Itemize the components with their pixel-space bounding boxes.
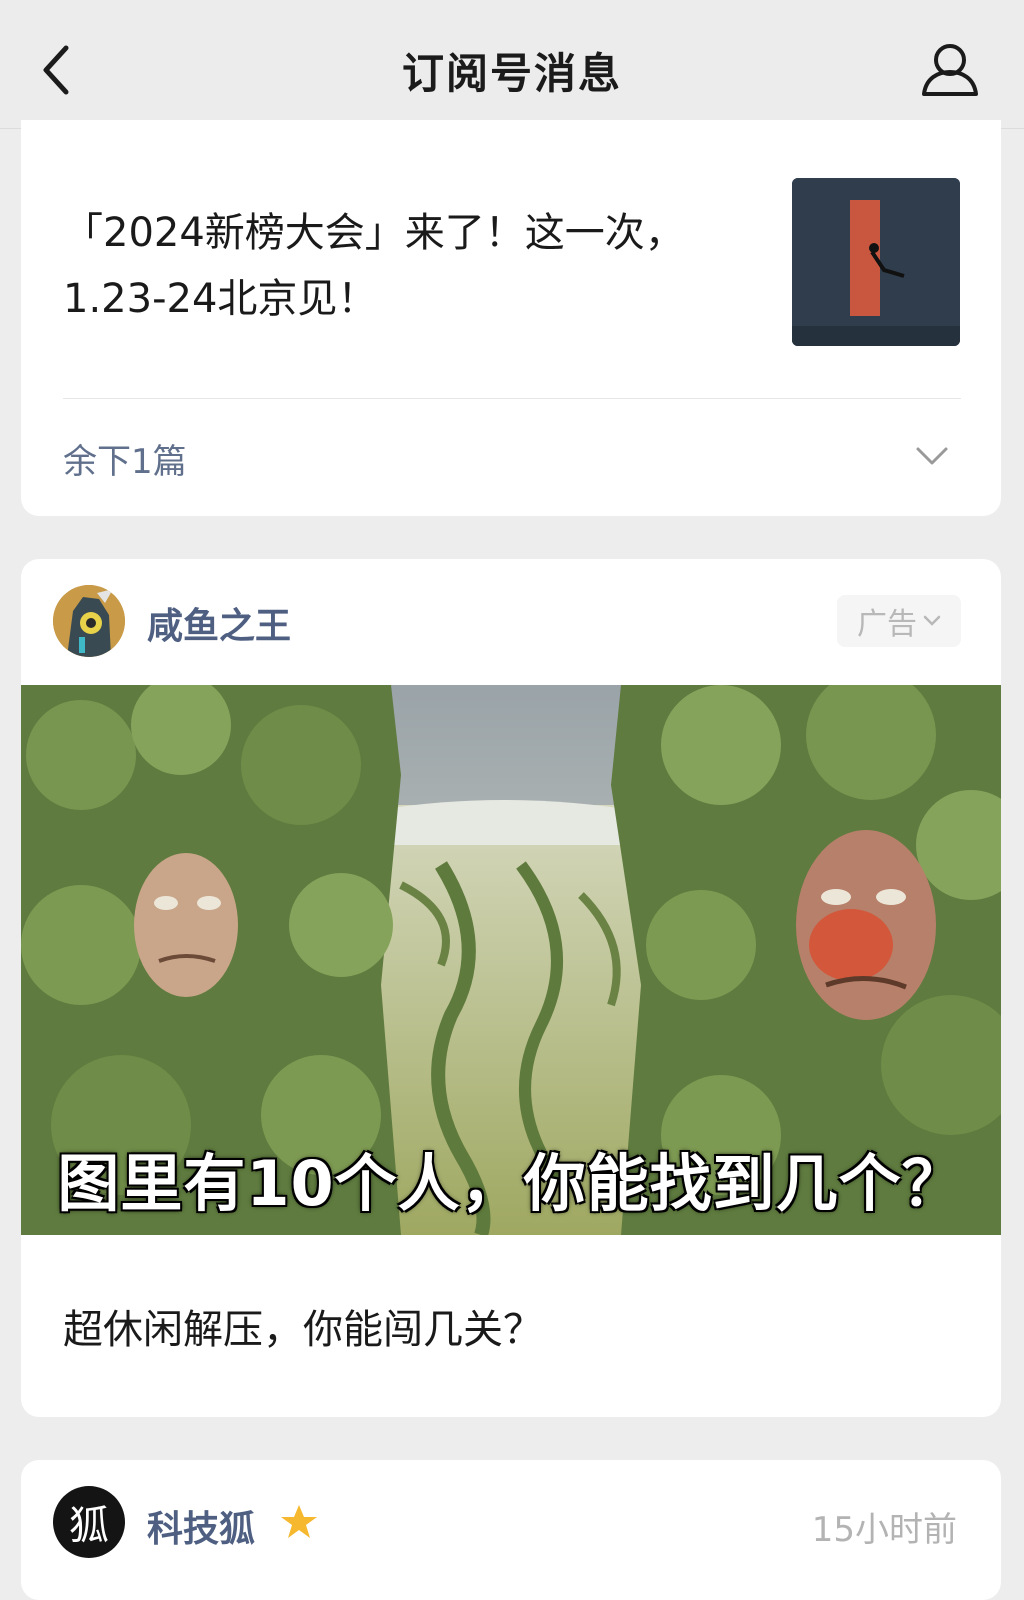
account-avatar[interactable]: 狐 <box>53 1486 125 1558</box>
expand-button[interactable] <box>915 444 949 468</box>
page-title: 订阅号消息 <box>401 49 622 98</box>
avatar-glyph: 狐 <box>69 1503 109 1549</box>
timestamp: 15小时前 <box>811 1510 957 1550</box>
ad-card[interactable]: 咸鱼之王 广告 图里有10个人，你能找到几个？ 超休闲解压，你能闯几关？ <box>21 559 1001 1417</box>
remaining-articles-label[interactable]: 余下1篇 <box>63 434 187 483</box>
chevron-down-icon <box>916 447 948 465</box>
banner-caption: 图里有10个人，你能找到几个？ <box>57 1147 965 1220</box>
account-name[interactable]: 科技狐 <box>147 1500 255 1552</box>
article-card-next[interactable]: 狐 科技狐 15小时前 <box>21 1460 1001 1600</box>
top-nav-bar: 订阅号消息 <box>0 0 1024 129</box>
account-name[interactable]: 咸鱼之王 <box>147 597 291 649</box>
article-thumbnail[interactable] <box>792 178 960 346</box>
article-card[interactable]: 「2024新榜大会」来了！这一次，1.23-24北京见！ 余下1篇 <box>21 120 1001 516</box>
thumbnail-image <box>792 178 960 346</box>
article-headline[interactable]: 「2024新榜大会」来了！这一次，1.23-24北京见！ <box>63 200 713 332</box>
ad-description[interactable]: 超休闲解压，你能闯几关？ <box>63 1297 543 1355</box>
ad-label: 广告 <box>857 607 917 642</box>
ad-label-button[interactable]: 广告 <box>837 595 961 647</box>
chevron-down-icon <box>923 615 941 626</box>
account-avatar[interactable] <box>53 585 125 657</box>
avatar-image <box>53 585 125 657</box>
star-icon <box>281 1505 317 1538</box>
ad-banner-image[interactable]: 图里有10个人，你能找到几个？ <box>21 685 1001 1235</box>
profile-button[interactable] <box>920 40 980 98</box>
user-icon <box>922 44 978 96</box>
card-divider <box>63 398 961 399</box>
